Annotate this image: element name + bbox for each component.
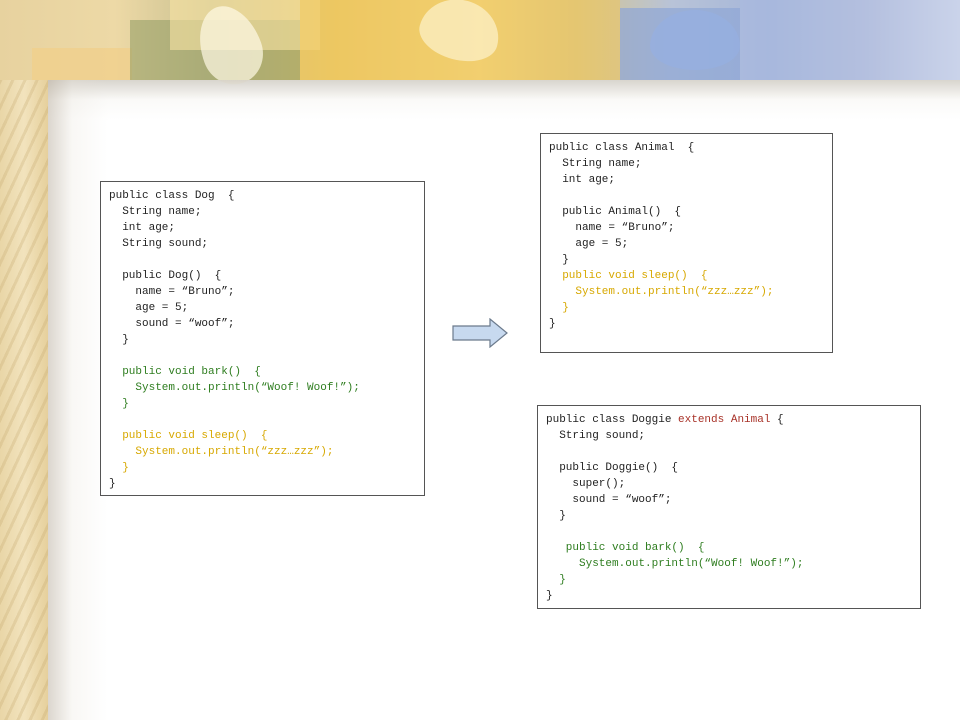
code-line: int age; <box>549 174 616 186</box>
code-segment: extends Animal <box>678 414 771 426</box>
code-line: public void sleep() { <box>549 270 708 282</box>
code-line: sound = “woof”; <box>109 318 235 330</box>
code-line: super(); <box>546 478 626 490</box>
banner-shape <box>740 0 960 80</box>
left-shadow <box>48 80 108 720</box>
code-line: public class Animal { <box>549 142 695 154</box>
code-line: age = 5; <box>549 238 629 250</box>
code-line: public Animal() { <box>549 206 682 218</box>
doggie-class-code-box: public class Doggie extends Animal { Str… <box>537 405 921 609</box>
banner-shadow <box>48 80 960 120</box>
code-line: name = “Bruno”; <box>109 286 235 298</box>
right-arrow-icon <box>452 318 508 348</box>
code-line: System.out.println(“Woof! Woof!”); <box>109 382 360 394</box>
code-line: public void sleep() { <box>109 430 268 442</box>
code-line: String name; <box>109 206 202 218</box>
decorative-banner <box>0 0 960 93</box>
code-line: System.out.println(“zzz…zzz”); <box>109 446 334 458</box>
code-line: String sound; <box>546 430 646 442</box>
code-line: } <box>109 462 129 474</box>
code-line: } <box>549 318 556 330</box>
code-line: public Doggie() { <box>546 462 679 474</box>
code-line: String sound; <box>109 238 209 250</box>
arrow-shape <box>452 318 508 348</box>
code-line: } <box>546 590 553 602</box>
code-line: } <box>549 302 569 314</box>
code-line: public class Dog { <box>109 190 235 202</box>
code-line: name = “Bruno”; <box>549 222 675 234</box>
dog-class-code-box: public class Dog { String name; int age;… <box>100 181 425 496</box>
animal-class-code-box: public class Animal { String name; int a… <box>540 133 833 353</box>
code-line: } <box>109 334 129 346</box>
code-line: System.out.println(“zzz…zzz”); <box>549 286 774 298</box>
code-line: public class Doggie extends Animal { <box>546 412 912 428</box>
code-line: System.out.println(“Woof! Woof!”); <box>546 558 804 570</box>
code-line: String name; <box>549 158 642 170</box>
code-line: public Dog() { <box>109 270 222 282</box>
code-line: } <box>549 254 569 266</box>
code-line: } <box>109 398 129 410</box>
decorative-left-band <box>0 0 48 720</box>
code-line: } <box>546 574 566 586</box>
code-line: public void bark() { <box>546 542 705 554</box>
code-segment: public class Doggie <box>546 414 679 426</box>
code-line: } <box>109 478 116 490</box>
banner-shape <box>32 48 132 80</box>
code-line: public void bark() { <box>109 366 261 378</box>
code-segment: { <box>770 414 784 426</box>
code-line: } <box>546 510 566 522</box>
code-line: sound = “woof”; <box>546 494 672 506</box>
code-line: int age; <box>109 222 176 234</box>
code-line: age = 5; <box>109 302 189 314</box>
